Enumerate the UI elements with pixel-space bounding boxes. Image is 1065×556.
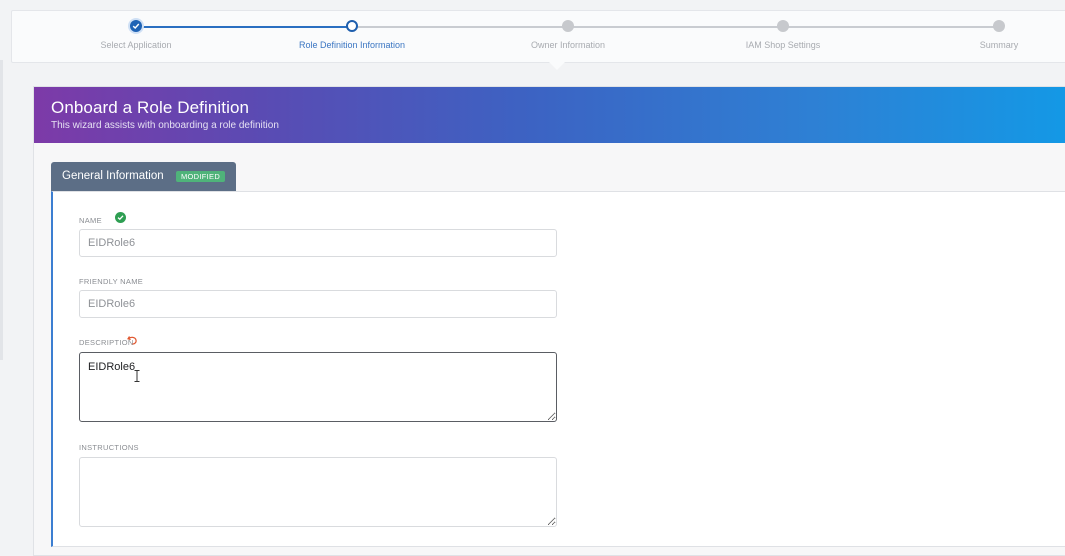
step-iam-shop-settings[interactable]: IAM Shop Settings xyxy=(673,11,893,64)
instructions-label: INSTRUCTIONS xyxy=(79,443,139,452)
general-information-panel: NAME FRIENDLY NAME DESCRIPTION EIDRole6 … xyxy=(51,191,1065,547)
undo-icon[interactable] xyxy=(127,335,138,345)
friendly-name-label: FRIENDLY NAME xyxy=(79,277,144,286)
step-pending-dot-icon xyxy=(562,20,574,32)
step-label: IAM Shop Settings xyxy=(745,40,821,50)
step-label: Owner Information xyxy=(530,40,606,50)
wizard-header: Onboard a Role Definition This wizard as… xyxy=(34,87,1065,143)
page-subtitle: This wizard assists with onboarding a ro… xyxy=(51,120,279,131)
step-pending-dot-icon xyxy=(993,20,1005,32)
step-active-dot-icon xyxy=(346,20,358,32)
stepper-pointer-caret xyxy=(549,62,565,70)
tab-label: General Information xyxy=(62,170,164,182)
description-textarea[interactable]: EIDRole6 xyxy=(79,352,557,422)
instructions-textarea[interactable] xyxy=(79,457,557,527)
text-cursor-icon xyxy=(134,370,140,382)
step-label: Summary xyxy=(979,40,1019,50)
name-input[interactable] xyxy=(79,229,557,257)
wizard-stepper: Select Application Role Definition Infor… xyxy=(11,10,1065,63)
step-label: Role Definition Information xyxy=(298,40,406,50)
step-role-definition-information[interactable]: Role Definition Information xyxy=(242,11,462,64)
step-label: Select Application xyxy=(100,40,172,50)
friendly-name-input[interactable] xyxy=(79,290,557,318)
step-done-check-icon xyxy=(130,20,142,32)
step-summary[interactable]: Summary xyxy=(889,11,1065,64)
step-owner-information[interactable]: Owner Information xyxy=(458,11,678,64)
step-select-application[interactable]: Select Application xyxy=(26,11,246,64)
page-left-rail xyxy=(0,60,3,360)
tab-general-information[interactable]: General Information MODIFIED xyxy=(51,162,236,191)
page-title: Onboard a Role Definition xyxy=(51,98,250,117)
check-circle-icon xyxy=(115,212,126,223)
modified-badge: MODIFIED xyxy=(176,171,226,182)
name-label: NAME xyxy=(79,216,102,225)
onboard-card: Onboard a Role Definition This wizard as… xyxy=(33,86,1065,556)
step-pending-dot-icon xyxy=(777,20,789,32)
description-label: DESCRIPTION xyxy=(79,338,134,347)
